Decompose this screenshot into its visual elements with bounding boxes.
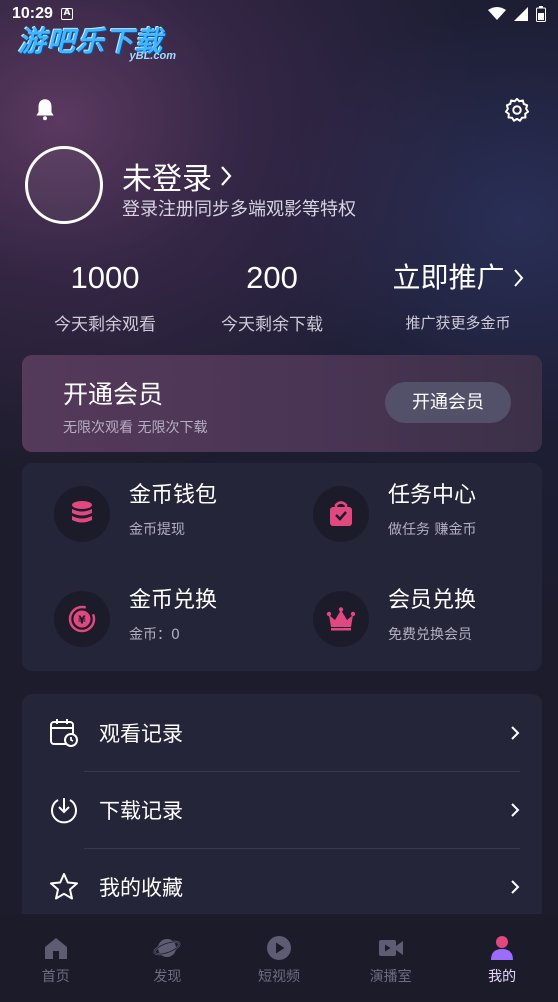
avatar[interactable] <box>25 146 103 224</box>
logo-subtext: yBL.com <box>129 50 176 62</box>
tab-home[interactable]: 首页 <box>0 914 112 1002</box>
grid-subtitle: 做任务 赚金币 <box>388 522 477 538</box>
coins-stack-icon <box>54 486 110 542</box>
row-label: 我的收藏 <box>99 876 183 900</box>
site-logo: 游吧乐下载 yBL.com <box>18 20 188 68</box>
chevron-right-icon <box>513 269 523 287</box>
crown-icon <box>313 591 369 647</box>
tab-label: 演播室 <box>369 969 412 985</box>
status-icons <box>488 6 546 22</box>
planet-icon <box>153 939 181 957</box>
open-vip-button[interactable]: 开通会员 <box>385 382 511 423</box>
tab-label: 短视频 <box>257 969 300 985</box>
tab-studio[interactable]: 演播室 <box>335 914 447 1002</box>
vip-exchange-item[interactable]: 会员兑换 免费兑换会员 <box>313 588 476 647</box>
chevron-right-icon <box>221 166 232 186</box>
stat-label: 今天剩余下载 <box>221 315 323 335</box>
grid-subtitle: 免费兑换会员 <box>388 627 472 643</box>
download-history-row[interactable]: 下载记录 <box>22 771 542 849</box>
vip-subtitle: 无限次观看 无限次下载 <box>63 420 208 436</box>
grid-title: 任务中心 <box>388 483 477 508</box>
chevron-right-icon <box>511 726 520 740</box>
watch-history-row[interactable]: 观看记录 <box>22 694 542 772</box>
wifi-icon <box>488 7 506 20</box>
login-title: 未登录 <box>122 162 212 197</box>
row-label: 下载记录 <box>99 799 183 823</box>
download-circle-icon <box>51 798 77 824</box>
grid-subtitle: 金币提现 <box>129 522 185 538</box>
user-icon <box>491 936 514 960</box>
home-icon <box>44 938 67 959</box>
favorites-row[interactable]: 我的收藏 <box>22 848 542 924</box>
promote-now-link[interactable]: 立即推广 推广获更多金币 <box>368 258 548 333</box>
gear-icon[interactable] <box>503 96 531 124</box>
star-icon <box>50 873 78 900</box>
stat-value: 200 <box>246 260 298 295</box>
tab-short-video[interactable]: 短视频 <box>223 914 335 1002</box>
video-camera-icon <box>378 940 403 956</box>
tab-label: 首页 <box>41 969 70 985</box>
task-center-item[interactable]: 任务中心 做任务 赚金币 <box>313 483 477 542</box>
battery-icon <box>536 6 546 22</box>
coin-exchange-item[interactable]: ¥ 金币兑换 金币：0 <box>54 588 217 647</box>
svg-text:¥: ¥ <box>78 614 86 627</box>
bottom-tab-bar: 首页 发现 短视频 演播室 我的 <box>0 914 558 1002</box>
login-subtitle: 登录注册同步多端观影等特权 <box>122 199 356 220</box>
vip-card: 开通会员 无限次观看 无限次下载 开通会员 <box>22 355 542 452</box>
grid-title: 会员兑换 <box>388 588 477 613</box>
tab-mine[interactable]: 我的 <box>446 914 558 1002</box>
row-label: 观看记录 <box>99 722 183 746</box>
stat-value: 1000 <box>70 260 140 295</box>
grid-title: 金币兑换 <box>129 588 218 613</box>
login-link[interactable]: 未登录 <box>122 154 232 198</box>
chevron-right-icon <box>511 880 520 894</box>
stat-watch-remaining: 1000 今天剩余观看 <box>15 258 195 335</box>
feature-grid: 金币钱包 金币提现 任务中心 做任务 赚金币 ¥ 金币兑换 金币：0 会员兑换 … <box>22 463 542 671</box>
grid-title: 金币钱包 <box>129 483 218 508</box>
promote-subtitle: 推广获更多金币 <box>405 314 511 332</box>
vip-title: 开通会员 <box>63 380 164 409</box>
tab-label: 我的 <box>488 969 517 985</box>
record-list: 观看记录 下载记录 我的收藏 <box>22 694 542 924</box>
grid-subtitle: 金币：0 <box>129 627 180 643</box>
yen-exchange-icon: ¥ <box>54 591 110 647</box>
tab-discover[interactable]: 发现 <box>112 914 224 1002</box>
coin-wallet-item[interactable]: 金币钱包 金币提现 <box>54 483 217 542</box>
stat-download-remaining: 200 今天剩余下载 <box>182 258 362 335</box>
task-bag-icon <box>313 486 369 542</box>
tab-label: 发现 <box>153 969 182 985</box>
notification-badge-icon: A <box>60 8 73 20</box>
bell-icon[interactable] <box>32 96 58 122</box>
stat-label: 今天剩余观看 <box>54 315 156 335</box>
signal-icon <box>514 7 528 21</box>
promote-title: 立即推广 <box>392 261 505 294</box>
chevron-right-icon <box>511 803 520 817</box>
calendar-clock-icon <box>50 719 78 747</box>
play-circle-icon <box>266 936 291 960</box>
